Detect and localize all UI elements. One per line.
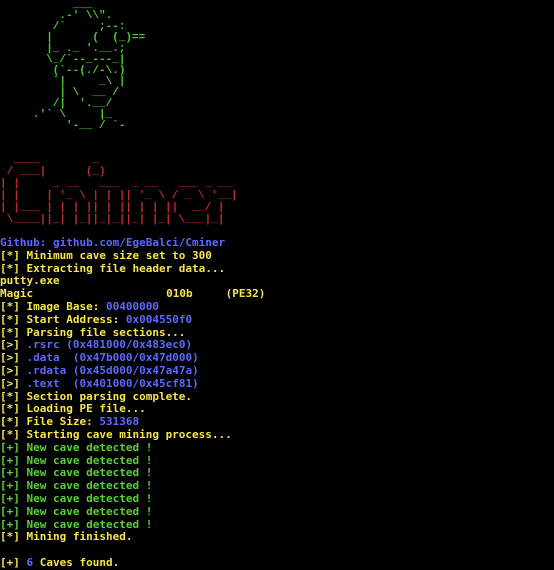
section-name: .rsrc bbox=[26, 338, 67, 352]
terminal-output: Github: github.com/EgeBalci/Cminer [*] M… bbox=[0, 236, 266, 570]
section-range: (0x47b000/0x47d000) bbox=[72, 351, 199, 365]
section-range: (0x401000/0x45cf81) bbox=[72, 376, 199, 390]
cave-detected-line: [+] New cave detected ! bbox=[0, 440, 153, 454]
magic-value: 010b bbox=[166, 287, 193, 301]
section-name: .rdata bbox=[26, 363, 73, 377]
cave-detected-line: [+] New cave detected ! bbox=[0, 491, 153, 505]
magic-type: (PE32) bbox=[225, 287, 266, 301]
image-base-value: 00400000 bbox=[105, 299, 159, 313]
output-line: [*] Starting cave mining process... bbox=[0, 427, 232, 441]
start-address-value: 0x004550f0 bbox=[125, 312, 193, 326]
section-name: .text bbox=[26, 376, 73, 390]
github-link[interactable]: Github: github.com/EgeBalci/Cminer bbox=[0, 236, 265, 250]
section-line: [>] .text (0x401000/0x45cf81) bbox=[0, 376, 199, 390]
section-range: (0x45d000/0x47a47a) bbox=[72, 363, 199, 377]
file-size-value: 531368 bbox=[99, 415, 140, 429]
start-address-line: [*] Start Address: 0x004550f0 bbox=[0, 312, 193, 326]
output-line: [*] Minimum cave size set to 300 bbox=[0, 248, 212, 262]
section-range: (0x481000/0x483ec0) bbox=[66, 338, 193, 352]
magic-label: Magic bbox=[0, 287, 34, 301]
caves-found-line: [+] 6 Caves found. bbox=[0, 555, 120, 569]
output-line: [*] Mining finished. bbox=[0, 530, 133, 544]
terminal-window: ___ .-' \\". /` ;--: | ( (_)== |_ ._ '._… bbox=[0, 0, 554, 569]
section-name: .data bbox=[26, 351, 73, 365]
cminer-logo: ____ _ / ___| (_) | | _ __ ___ _ __ ___ … bbox=[0, 154, 238, 226]
hacker-ascii-art: ___ .-' \\". /` ;--: | ( (_)== |_ ._ '._… bbox=[33, 0, 146, 132]
cave-detected-line: [+] New cave detected ! bbox=[0, 504, 153, 518]
